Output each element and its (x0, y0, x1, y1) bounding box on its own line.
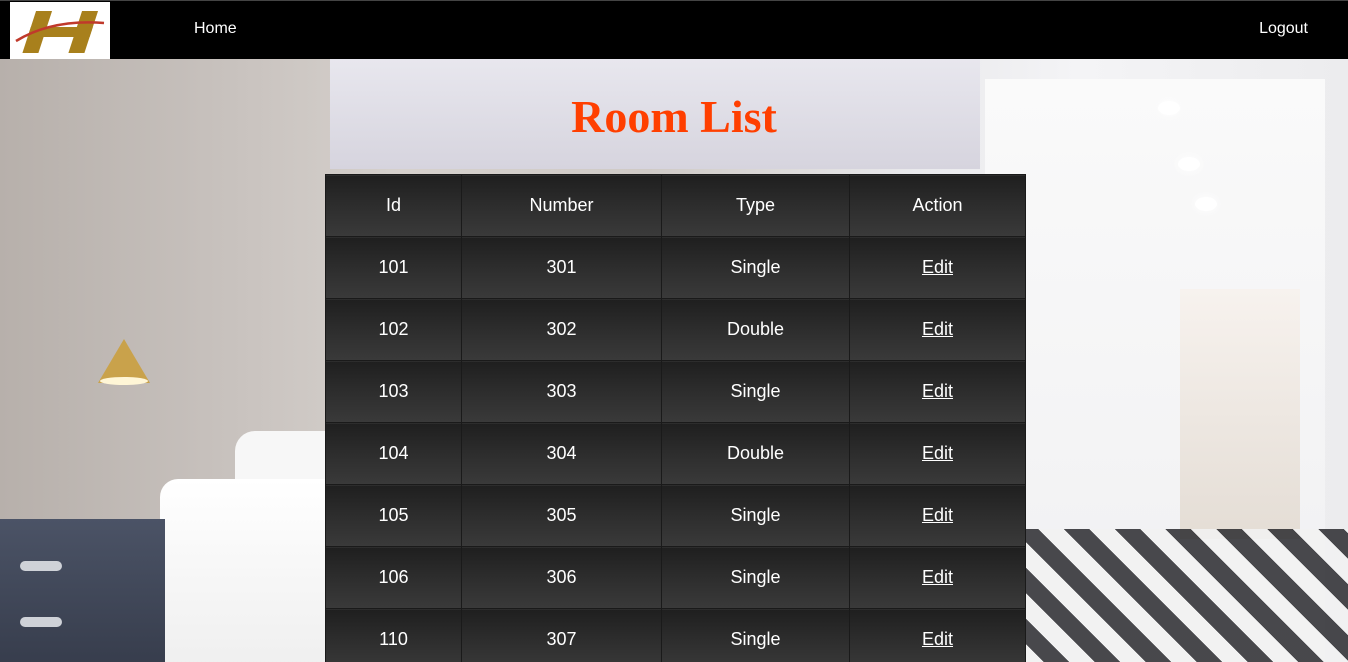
room-action-cell: Edit (849, 360, 1026, 423)
room-number-cell: 307 (461, 608, 662, 662)
edit-link[interactable]: Edit (922, 629, 953, 649)
nav-home-link[interactable]: Home (194, 20, 237, 38)
edit-link[interactable]: Edit (922, 319, 953, 339)
room-number-cell: 303 (461, 360, 662, 423)
room-number-cell: 301 (461, 236, 662, 299)
hotel-logo[interactable]: H (10, 2, 110, 59)
room-action-cell: Edit (849, 484, 1026, 547)
room-type-cell: Single (661, 236, 850, 299)
room-action-cell: Edit (849, 422, 1026, 485)
table-row: 102 302 Double Edit (325, 298, 1026, 361)
edit-link[interactable]: Edit (922, 257, 953, 277)
room-id-cell: 103 (325, 360, 462, 423)
room-type-cell: Single (661, 360, 850, 423)
room-id-cell: 105 (325, 484, 462, 547)
room-action-cell: Edit (849, 298, 1026, 361)
room-type-cell: Single (661, 546, 850, 609)
column-header-type: Type (661, 174, 850, 237)
top-navbar: H Home Logout (0, 0, 1348, 59)
edit-link[interactable]: Edit (922, 567, 953, 587)
room-type-cell: Double (661, 298, 850, 361)
room-action-cell: Edit (849, 236, 1026, 299)
room-id-cell: 106 (325, 546, 462, 609)
room-table: Id Number Type Action 101 301 Single Edi… (325, 174, 1026, 662)
background-ceiling-light (1195, 197, 1217, 211)
room-action-cell: Edit (849, 608, 1026, 662)
column-header-action: Action (849, 174, 1026, 237)
column-header-id: Id (325, 174, 462, 237)
table-row: 104 304 Double Edit (325, 422, 1026, 485)
background-drawer-handle (20, 617, 62, 627)
edit-link[interactable]: Edit (922, 505, 953, 525)
page-title: Room List (571, 91, 777, 142)
table-row: 105 305 Single Edit (325, 484, 1026, 547)
room-number-cell: 302 (461, 298, 662, 361)
background-bed (160, 479, 340, 662)
background-lamp-light (100, 377, 148, 385)
room-id-cell: 104 (325, 422, 462, 485)
room-type-cell: Single (661, 484, 850, 547)
table-row: 101 301 Single Edit (325, 236, 1026, 299)
room-id-cell: 102 (325, 298, 462, 361)
background-drawer-handle (20, 561, 62, 571)
room-number-cell: 306 (461, 546, 662, 609)
room-type-cell: Single (661, 608, 850, 662)
background-checkered-floor (1000, 529, 1348, 662)
background-nightstand (0, 519, 165, 662)
table-row: 103 303 Single Edit (325, 360, 1026, 423)
room-type-cell: Double (661, 422, 850, 485)
background-hallway (1180, 289, 1300, 539)
hotel-logo-icon: H (15, 10, 105, 53)
edit-link[interactable]: Edit (922, 443, 953, 463)
nav-logout-link[interactable]: Logout (1259, 20, 1308, 38)
table-row: 110 307 Single Edit (325, 608, 1026, 662)
table-header-row: Id Number Type Action (325, 174, 1026, 237)
background-ceiling-light (1178, 157, 1200, 171)
column-header-number: Number (461, 174, 662, 237)
room-number-cell: 305 (461, 484, 662, 547)
room-number-cell: 304 (461, 422, 662, 485)
edit-link[interactable]: Edit (922, 381, 953, 401)
room-action-cell: Edit (849, 546, 1026, 609)
room-id-cell: 110 (325, 608, 462, 662)
room-id-cell: 101 (325, 236, 462, 299)
table-row: 106 306 Single Edit (325, 546, 1026, 609)
